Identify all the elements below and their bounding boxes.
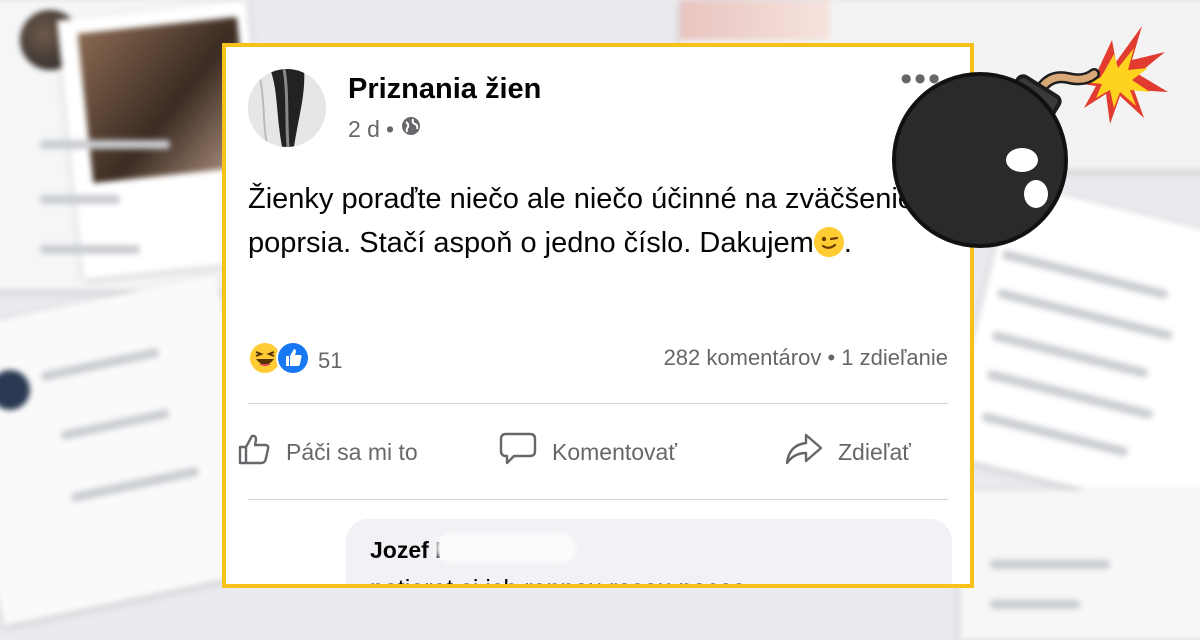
stats-separator: • — [827, 345, 836, 370]
post-header: Priznania žien 2 d • ••• — [248, 62, 948, 149]
divider-top — [248, 403, 948, 404]
post-stats: 51 282 komentárov • 1 zdieľanie — [248, 341, 948, 377]
comments-count[interactable]: 282 komentárov — [664, 345, 822, 370]
globe-icon — [400, 115, 422, 143]
post-text-end: . — [843, 227, 852, 259]
bg-line — [40, 245, 140, 254]
post-text: Žienky poraďte niečo ale niečo účinné na… — [248, 177, 948, 265]
share-arrow-icon — [784, 431, 824, 473]
reaction-count: 51 — [318, 347, 343, 373]
thumbs-up-icon — [236, 431, 272, 473]
shares-count[interactable]: 1 zdieľanie — [841, 345, 948, 370]
like-button[interactable]: Páči sa mi to — [236, 431, 418, 473]
bomb-icon — [880, 0, 1170, 250]
like-reaction-icon — [276, 341, 310, 380]
comment-button[interactable]: Komentovať — [498, 431, 677, 473]
page-name[interactable]: Priznania žien — [348, 73, 541, 106]
divider-bottom — [248, 499, 948, 500]
post-actions: Páči sa mi to Komentovať Zdieľať — [236, 431, 948, 481]
facebook-post-card: Priznania žien 2 d • ••• Žienky poraďte … — [222, 43, 974, 588]
page-avatar[interactable] — [248, 69, 326, 147]
engagement-counts: 282 komentárov • 1 zdieľanie — [664, 345, 948, 371]
bg-line — [990, 600, 1080, 609]
reactions-summary[interactable]: 51 — [248, 341, 342, 380]
wink-emoji-icon — [813, 227, 844, 257]
comment-bubble[interactable]: Jozef Ko potierat si ich rannou rosou po… — [346, 519, 952, 584]
share-button[interactable]: Zdieľať — [784, 431, 911, 473]
like-label: Páči sa mi to — [286, 438, 418, 465]
comment-text: potierat si ich rannou rosou pocas — [370, 575, 745, 584]
redaction-blur — [436, 533, 576, 563]
post-time[interactable]: 2 d — [348, 116, 380, 143]
share-label: Zdieľať — [838, 438, 911, 465]
bg-photo-right — [680, 0, 830, 40]
meta-separator: • — [385, 115, 395, 142]
bg-line — [990, 560, 1110, 569]
bg-line — [40, 140, 170, 149]
comment-label: Komentovať — [552, 438, 677, 465]
comment-bubble-icon — [498, 431, 538, 473]
post-meta: 2 d • — [348, 115, 422, 143]
bg-line — [40, 195, 120, 204]
